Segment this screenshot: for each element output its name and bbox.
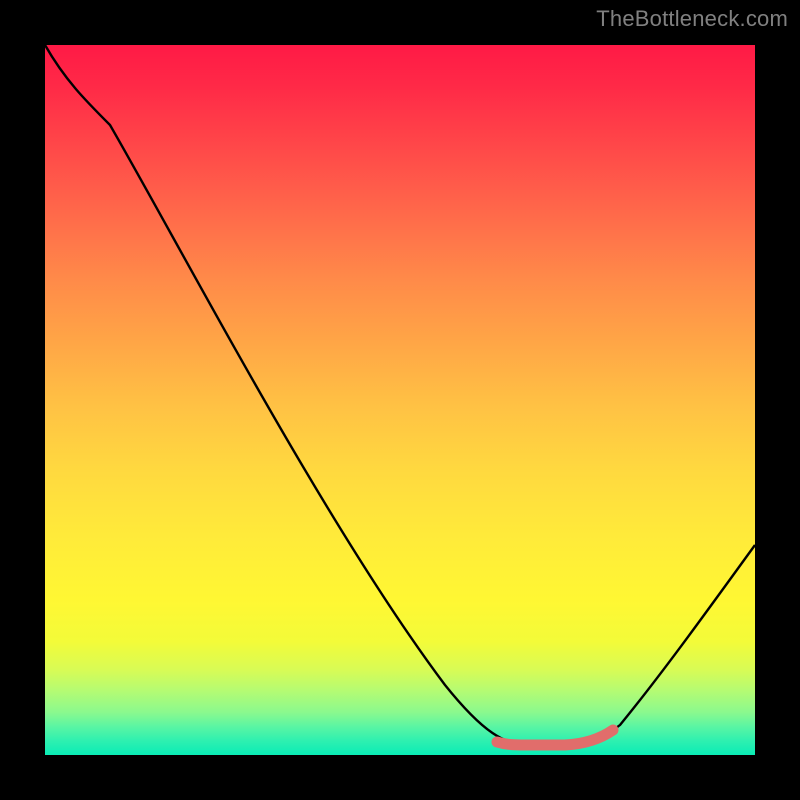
chart-frame: TheBottleneck.com (0, 0, 800, 800)
watermark-label: TheBottleneck.com (596, 6, 788, 32)
highlight-segment (497, 730, 613, 745)
plot-area (45, 45, 755, 755)
bottleneck-curve-svg (45, 45, 755, 755)
bottleneck-curve-path (45, 45, 755, 745)
